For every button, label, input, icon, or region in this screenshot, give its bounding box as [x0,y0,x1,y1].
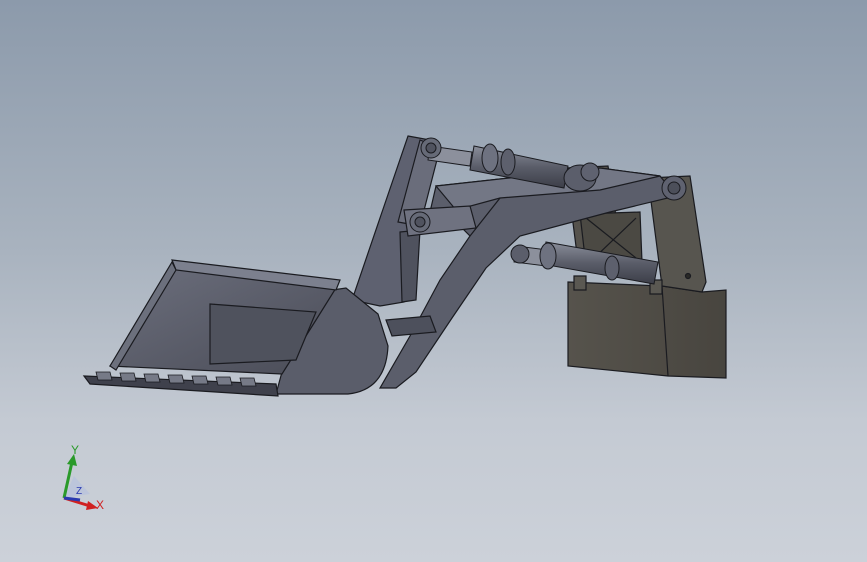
bucket-tooth [95,371,113,381]
triad-axes [62,454,98,510]
bucket-tooth [215,376,233,386]
triad-x-label: X [96,498,105,512]
pin-rear-inner [667,181,681,195]
boom-lower-link [385,315,437,337]
bucket-tooth [239,377,257,387]
loader-arm-model[interactable] [0,0,867,562]
lower-cylinder-collar [604,255,620,281]
bucket-tooth [119,372,137,382]
bucket [82,259,389,397]
mount-block [567,281,727,379]
lower-cylinder-cap [539,242,557,270]
reference-triad: Y X Z [50,440,120,520]
linkage-link-lower [399,229,421,303]
graphics-viewport[interactable]: Y X Z [0,0,867,562]
triad-z-axis [63,496,81,502]
pin-rear-upper [580,162,600,182]
triad-y-label: Y [71,443,80,457]
bucket-tooth [143,373,161,383]
upper-cylinder-cap [481,143,499,173]
mount-hole [684,272,692,280]
lower-cylinder-pin [510,244,530,264]
triad-z-label: Z [76,486,83,497]
pin-top-inner [425,142,437,154]
bucket-tooth [191,375,209,385]
pin-mid-inner [414,216,426,228]
bucket-tooth [167,374,185,384]
mount-foot-left [573,275,587,291]
upper-cylinder-collar [500,148,516,176]
